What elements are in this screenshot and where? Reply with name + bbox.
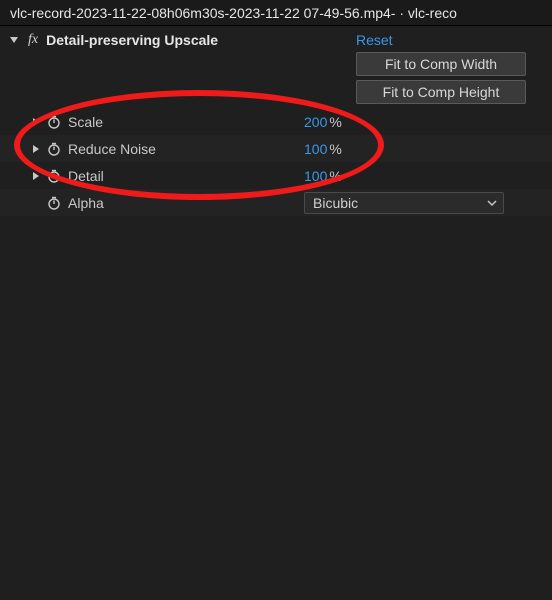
- effect-twirl-open[interactable]: [8, 32, 20, 48]
- fx-badge-icon[interactable]: fx: [26, 32, 40, 48]
- prop-row-alpha: Alpha Bicubic: [0, 189, 552, 216]
- effect-properties: Scale 200 % Reduce Noise 100 %: [0, 108, 552, 216]
- reset-link[interactable]: Reset: [354, 32, 544, 48]
- fit-to-comp-height-button[interactable]: Fit to Comp Height: [356, 80, 526, 104]
- twirl-closed-icon[interactable]: [30, 171, 42, 181]
- effect-controls-panel: fx Detail-preserving Upscale Reset Fit t…: [0, 26, 552, 216]
- prop-label: Alpha: [68, 195, 104, 211]
- fit-to-comp-width-button[interactable]: Fit to Comp Width: [356, 52, 526, 76]
- prop-row-detail: Detail 100 %: [0, 162, 552, 189]
- stopwatch-icon[interactable]: [46, 114, 62, 130]
- reduce-noise-value[interactable]: 100: [304, 141, 327, 157]
- effect-header-right: Reset Fit to Comp Width Fit to Comp Heig…: [354, 32, 544, 104]
- stopwatch-icon[interactable]: [46, 168, 62, 184]
- scale-value[interactable]: 200: [304, 114, 327, 130]
- effect-header: fx Detail-preserving Upscale Reset Fit t…: [0, 32, 552, 108]
- twirl-closed-icon[interactable]: [30, 144, 42, 154]
- percent-unit: %: [329, 114, 341, 130]
- window-title: vlc-record-2023-11-22-08h06m30s-2023-11-…: [10, 5, 457, 21]
- prop-label: Detail: [68, 168, 104, 184]
- alpha-dropdown-value: Bicubic: [313, 195, 358, 211]
- window-titlebar: vlc-record-2023-11-22-08h06m30s-2023-11-…: [0, 0, 552, 26]
- alpha-dropdown[interactable]: Bicubic: [304, 192, 504, 214]
- percent-unit: %: [329, 141, 341, 157]
- stopwatch-icon[interactable]: [46, 195, 62, 211]
- stopwatch-icon[interactable]: [46, 141, 62, 157]
- twirl-closed-icon[interactable]: [30, 117, 42, 127]
- effect-name-label: Detail-preserving Upscale: [46, 32, 218, 48]
- prop-label: Reduce Noise: [68, 141, 156, 157]
- detail-value[interactable]: 100: [304, 168, 327, 184]
- prop-row-reduce-noise: Reduce Noise 100 %: [0, 135, 552, 162]
- chevron-down-icon: [487, 193, 497, 213]
- prop-label: Scale: [68, 114, 103, 130]
- prop-row-scale: Scale 200 %: [0, 108, 552, 135]
- percent-unit: %: [329, 168, 341, 184]
